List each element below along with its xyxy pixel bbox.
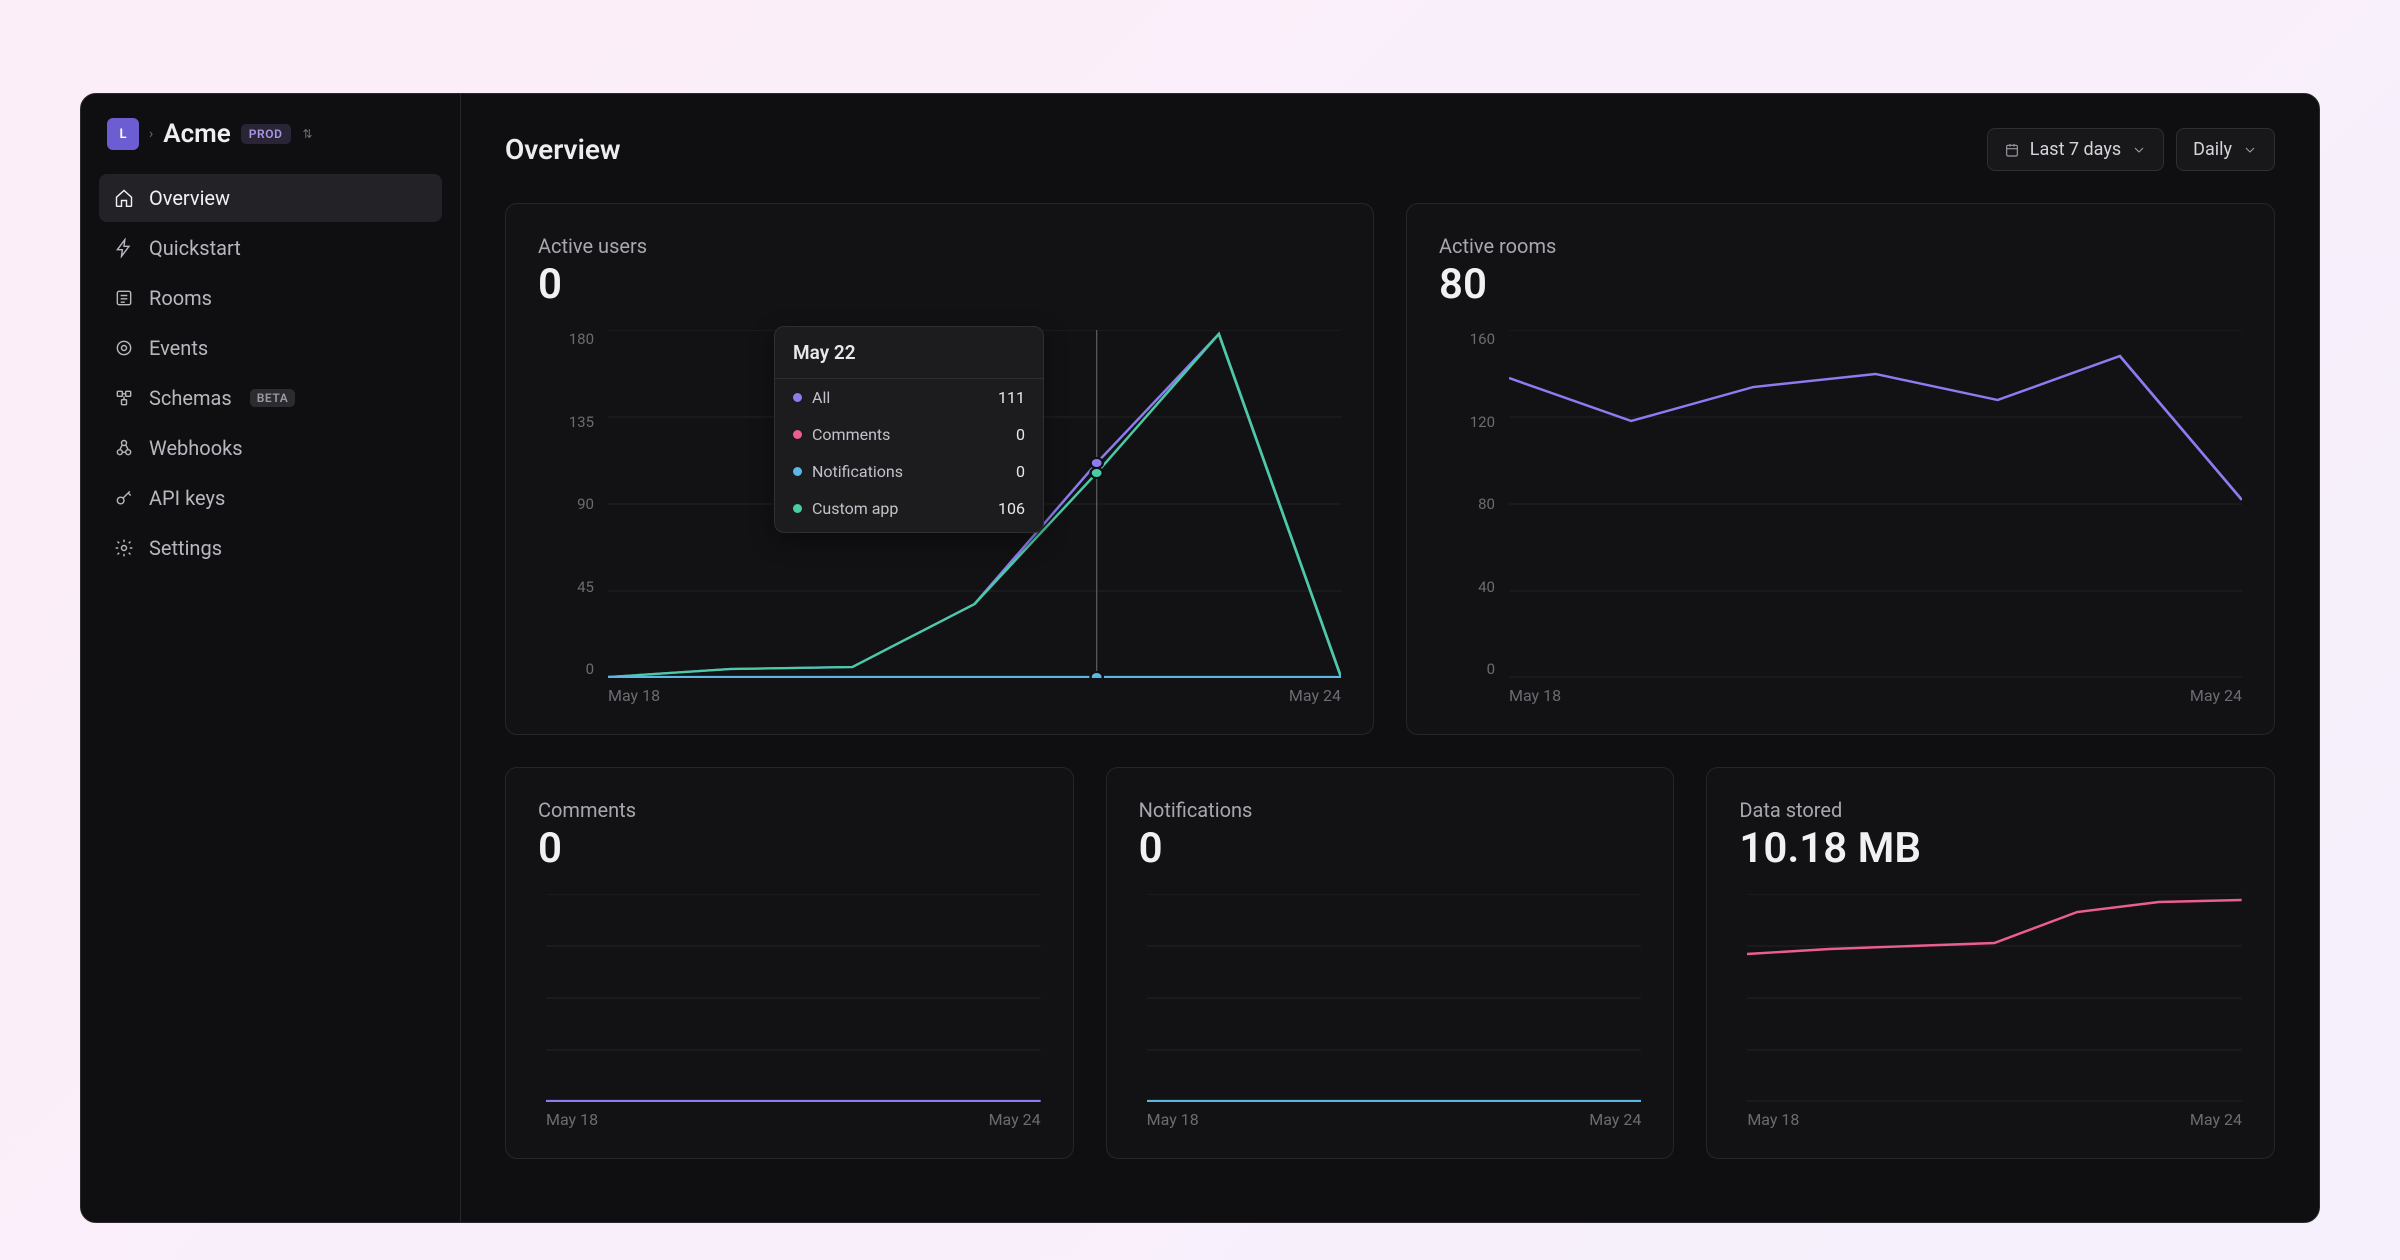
sidebar-label: Events bbox=[149, 336, 208, 360]
sidebar-label: Webhooks bbox=[149, 436, 243, 460]
date-range-label: Last 7 days bbox=[2030, 139, 2121, 160]
sidebar-item-rooms[interactable]: Rooms bbox=[99, 274, 442, 322]
bolt-icon bbox=[113, 237, 135, 259]
gear-icon bbox=[113, 537, 135, 559]
x-axis-ticks: May 18 May 24 bbox=[546, 1110, 1041, 1134]
chart-notifications[interactable]: May 18 May 24 bbox=[1139, 894, 1642, 1134]
sidebar-item-events[interactable]: Events bbox=[99, 324, 442, 372]
cards-row-bottom: Comments 0 May 18 bbox=[505, 767, 2275, 1159]
x-axis-ticks: May 18 May 24 bbox=[608, 686, 1341, 710]
workspace-logo: L bbox=[107, 118, 139, 150]
tooltip-row-custom-app: Custom app 106 bbox=[775, 490, 1043, 532]
card-value: 10.18 MB bbox=[1739, 826, 2242, 872]
y-axis-ticks: 180 135 90 45 0 bbox=[538, 330, 594, 678]
card-label: Active users bbox=[538, 234, 1341, 258]
card-label: Active rooms bbox=[1439, 234, 2242, 258]
card-active-rooms: Active rooms 80 160 120 80 40 0 bbox=[1406, 203, 2275, 735]
plot-area bbox=[1747, 894, 2242, 1102]
chevron-down-icon bbox=[2242, 142, 2258, 158]
selector-icon: ⇅ bbox=[303, 127, 313, 141]
sidebar-item-api-keys[interactable]: API keys bbox=[99, 474, 442, 522]
key-icon bbox=[113, 487, 135, 509]
card-value: 0 bbox=[538, 262, 1341, 308]
workspace-name: Acme bbox=[163, 119, 231, 149]
page-title: Overview bbox=[505, 133, 621, 166]
chevron-down-icon bbox=[2131, 142, 2147, 158]
x-axis-ticks: May 18 May 24 bbox=[1747, 1110, 2242, 1134]
tooltip-date: May 22 bbox=[775, 327, 1043, 379]
chart-comments[interactable]: May 18 May 24 bbox=[538, 894, 1041, 1134]
sidebar-item-schemas[interactable]: Schemas BETA bbox=[99, 374, 442, 422]
x-axis-ticks: May 18 May 24 bbox=[1509, 686, 2242, 710]
tooltip-row-notifications: Notifications 0 bbox=[775, 453, 1043, 490]
card-label: Notifications bbox=[1139, 798, 1642, 822]
header: Overview Last 7 days Daily bbox=[505, 128, 2275, 171]
sidebar-label: Overview bbox=[149, 186, 230, 210]
home-icon bbox=[113, 187, 135, 209]
cards-row-top: Active users 0 180 135 90 45 0 bbox=[505, 203, 2275, 735]
calendar-icon bbox=[2004, 142, 2020, 158]
schema-icon bbox=[113, 387, 135, 409]
chevron-right-icon: › bbox=[149, 126, 153, 142]
workspace-switcher[interactable]: L › Acme PROD ⇅ bbox=[99, 118, 442, 168]
date-range-picker[interactable]: Last 7 days bbox=[1987, 128, 2164, 171]
chart-active-users[interactable]: 180 135 90 45 0 bbox=[538, 330, 1341, 710]
sidebar-label: Schemas bbox=[149, 386, 232, 410]
chart-tooltip: May 22 All 111 Comments 0 Notifications … bbox=[774, 326, 1044, 533]
card-notifications: Notifications 0 May 18 bbox=[1106, 767, 1675, 1159]
plot-area bbox=[1509, 330, 2242, 678]
card-data-stored: Data stored 10.18 MB M bbox=[1706, 767, 2275, 1159]
granularity-picker[interactable]: Daily bbox=[2176, 128, 2275, 171]
nav: Overview Quickstart Rooms Events Schemas… bbox=[99, 174, 442, 572]
card-value: 80 bbox=[1439, 262, 2242, 308]
sidebar-label: API keys bbox=[149, 486, 225, 510]
granularity-label: Daily bbox=[2193, 139, 2232, 160]
x-axis-ticks: May 18 May 24 bbox=[1147, 1110, 1642, 1134]
sidebar-item-overview[interactable]: Overview bbox=[99, 174, 442, 222]
plot-area bbox=[1147, 894, 1642, 1102]
tooltip-row-all: All 111 bbox=[775, 379, 1043, 416]
beta-badge: BETA bbox=[250, 389, 296, 407]
sidebar: L › Acme PROD ⇅ Overview Quickstart Room… bbox=[81, 94, 461, 1222]
card-comments: Comments 0 May 18 bbox=[505, 767, 1074, 1159]
y-axis-ticks: 160 120 80 40 0 bbox=[1439, 330, 1495, 678]
chart-active-rooms[interactable]: 160 120 80 40 0 bbox=[1439, 330, 2242, 710]
chart-data-stored[interactable]: May 18 May 24 bbox=[1739, 894, 2242, 1134]
sidebar-label: Settings bbox=[149, 536, 222, 560]
card-value: 0 bbox=[538, 826, 1041, 872]
sidebar-label: Rooms bbox=[149, 286, 212, 310]
card-label: Comments bbox=[538, 798, 1041, 822]
sidebar-label: Quickstart bbox=[149, 236, 241, 260]
sidebar-item-quickstart[interactable]: Quickstart bbox=[99, 224, 442, 272]
card-active-users: Active users 0 180 135 90 45 0 bbox=[505, 203, 1374, 735]
card-label: Data stored bbox=[1739, 798, 2242, 822]
sidebar-item-settings[interactable]: Settings bbox=[99, 524, 442, 572]
target-icon bbox=[113, 337, 135, 359]
webhook-icon bbox=[113, 437, 135, 459]
main: Overview Last 7 days Daily Active users … bbox=[461, 94, 2319, 1222]
env-badge: PROD bbox=[241, 124, 291, 144]
header-controls: Last 7 days Daily bbox=[1987, 128, 2275, 171]
list-icon bbox=[113, 287, 135, 309]
sidebar-item-webhooks[interactable]: Webhooks bbox=[99, 424, 442, 472]
plot-area bbox=[546, 894, 1041, 1102]
card-value: 0 bbox=[1139, 826, 1642, 872]
tooltip-row-comments: Comments 0 bbox=[775, 416, 1043, 453]
app-window: L › Acme PROD ⇅ Overview Quickstart Room… bbox=[80, 93, 2320, 1223]
